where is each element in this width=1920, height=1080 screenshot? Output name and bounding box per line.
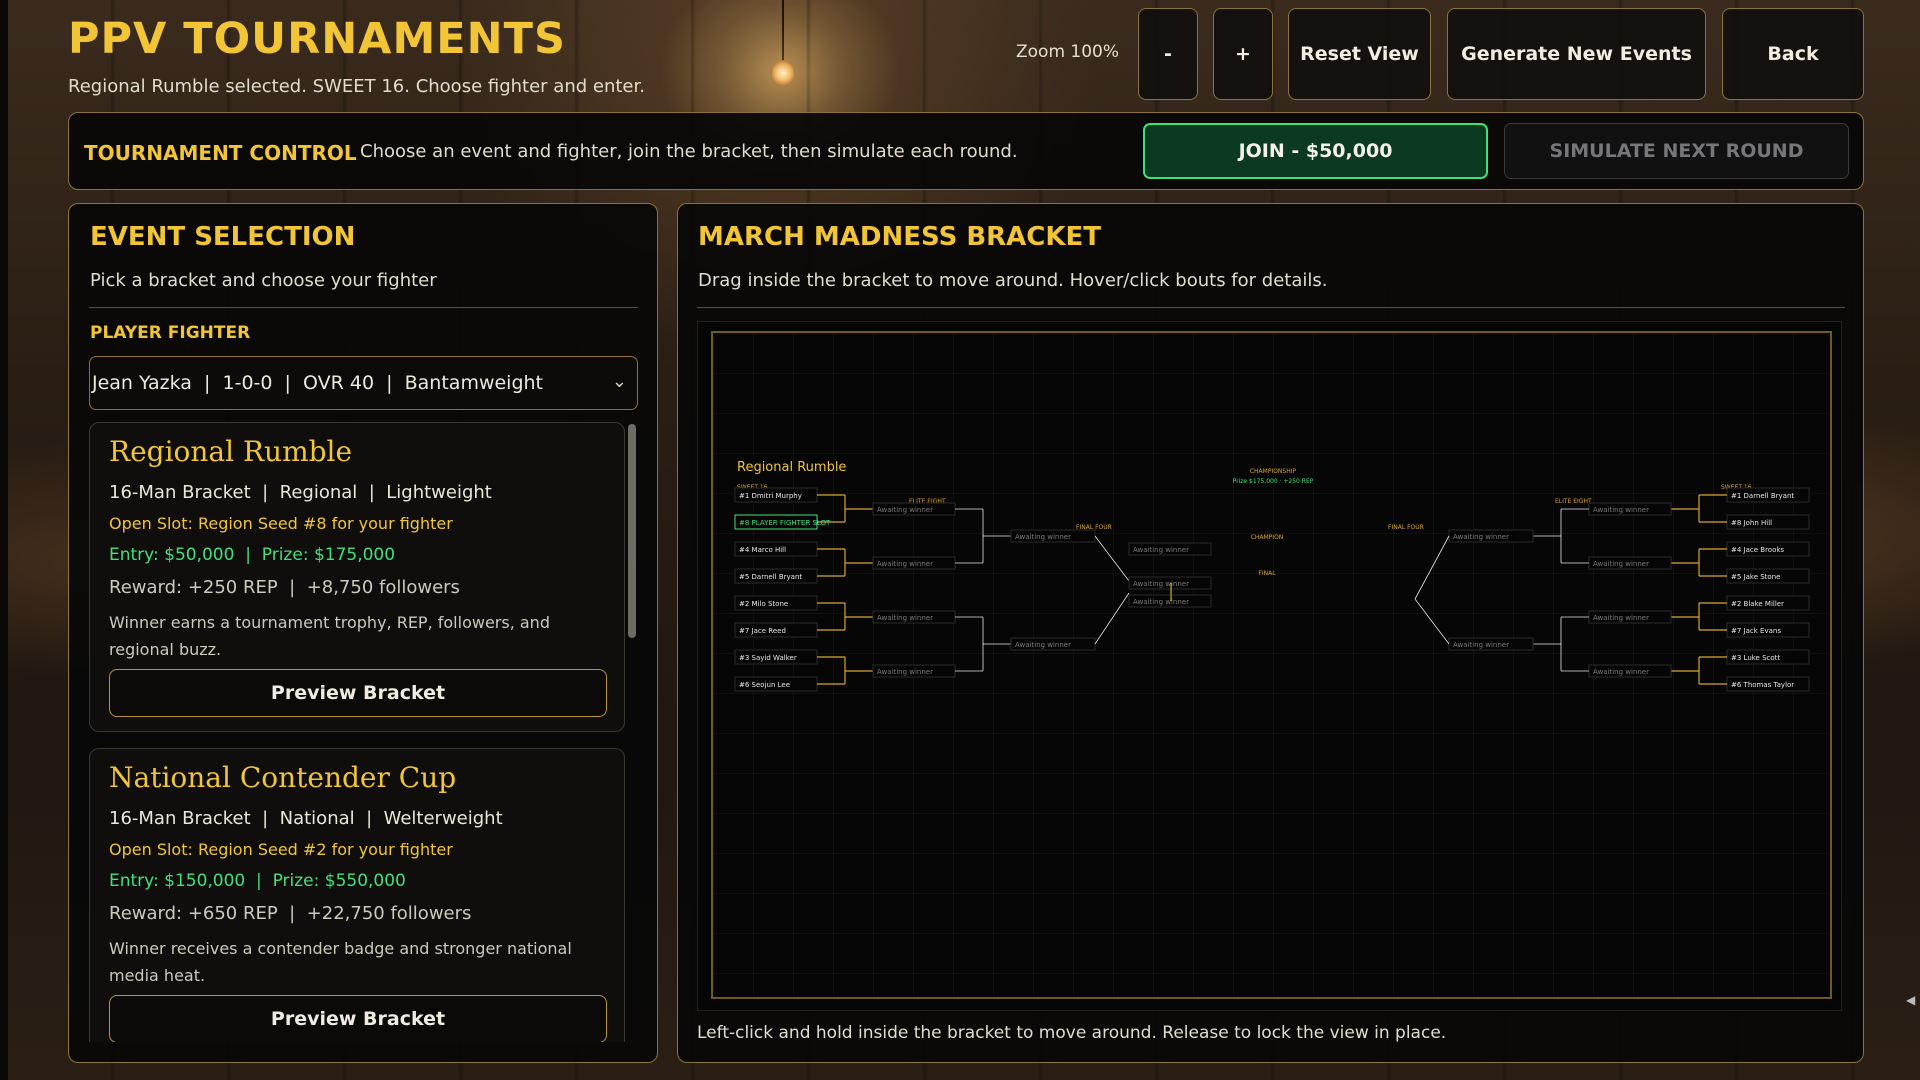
bracket-slot-label: Awaiting winner (1593, 668, 1649, 676)
resize-corner-icon: ◀ (1906, 993, 1916, 1007)
bracket-slot-label: Awaiting winner (1593, 560, 1649, 568)
event-meta: 16-Man Bracket | Regional | Lightweight (109, 482, 492, 503)
event-meta: 16-Man Bracket | National | Welterweight (109, 808, 503, 829)
tournament-control-description: Choose an event and fighter, join the br… (360, 141, 1018, 162)
event-description: Winner earns a tournament trophy, REP, f… (109, 613, 550, 659)
bracket-event-name: Regional Rumble (737, 460, 846, 475)
event-reward: Reward: +250 REP | +8,750 followers (109, 577, 460, 598)
event-list[interactable]: Regional Rumble 16-Man Bracket | Regiona… (89, 422, 625, 1042)
preview-bracket-button[interactable]: Preview Bracket (109, 995, 607, 1042)
event-selection-title: EVENT SELECTION (90, 222, 356, 252)
final-label: FINAL (1258, 570, 1276, 577)
preview-bracket-button[interactable]: Preview Bracket (109, 669, 607, 717)
bracket-slot-label: #1 Darnell Bryant (1731, 492, 1794, 500)
zoom-out-button[interactable]: - (1138, 8, 1198, 100)
zoom-level: Zoom 100% (1016, 42, 1120, 62)
status-subtitle: Regional Rumble selected. SWEET 16. Choo… (68, 76, 645, 97)
bracket-slot-label: Awaiting winner (877, 614, 933, 622)
fighter-select[interactable]: Jean Yazka | 1-0-0 | OVR 40 | Bantamweig… (89, 356, 638, 410)
scrollbar-thumb[interactable] (628, 424, 636, 638)
bracket-slot-label: #4 Marco Hill (739, 546, 786, 554)
lamp-cord (782, 0, 784, 62)
player-fighter-label: PLAYER FIGHTER (90, 323, 251, 343)
event-description: Winner receives a contender badge and st… (109, 939, 572, 985)
championship-prize: Prize $175,000 · +250 REP (1233, 478, 1314, 485)
bracket-connector (1414, 535, 1450, 600)
bracket-slot-label: #2 Blake Miller (1731, 600, 1784, 608)
join-button[interactable]: JOIN - $50,000 (1143, 123, 1488, 179)
bracket-slot-label: #4 Jace Brooks (1731, 546, 1784, 554)
event-entry-prize: Entry: $150,000 | Prize: $550,000 (109, 871, 406, 891)
bracket-slot-label: Awaiting winner (1453, 533, 1509, 541)
event-entry-prize: Entry: $50,000 | Prize: $175,000 (109, 545, 396, 565)
bracket-slot-label: Awaiting winner (1015, 641, 1071, 649)
bracket-slot-label: Awaiting winner (877, 668, 933, 676)
reset-view-button[interactable]: Reset View (1288, 8, 1431, 100)
bracket-slot-label: #7 Jace Reed (739, 627, 786, 635)
bracket-slot-label: #3 Sayid Walker (739, 654, 797, 662)
event-name: Regional Rumble (109, 435, 353, 468)
bracket-slot-label: #3 Luke Scott (1731, 654, 1780, 662)
player-slot-label: #8 PLAYER FIGHTER SLOT (739, 519, 831, 527)
bracket-slot-label: #6 Seojun Lee (739, 681, 790, 689)
bracket-title: MARCH MADNESS BRACKET (698, 222, 1102, 252)
bracket-slot-label: #7 Jack Evans (1731, 627, 1781, 635)
bracket-connector (1094, 592, 1130, 645)
divider (697, 307, 1845, 308)
bracket-area[interactable]: Regional RumbleSWEET 16SWEET 16ELITE EIG… (711, 331, 1832, 999)
bracket-footer-hint: Left-click and hold inside the bracket t… (697, 1023, 1447, 1043)
bracket-slot-label: Awaiting winner (1593, 614, 1649, 622)
simulate-next-round-button[interactable]: SIMULATE NEXT ROUND (1504, 123, 1849, 179)
round-label-elite8: ELITE EIGHT (1555, 498, 1592, 505)
final-slot-label: Awaiting winner (1133, 598, 1189, 606)
page-title: PPV TOURNAMENTS (68, 14, 566, 64)
bracket-diagram[interactable]: Regional RumbleSWEET 16SWEET 16ELITE EIG… (713, 333, 1834, 1001)
bracket-slot-label: Awaiting winner (877, 506, 933, 514)
generate-events-button[interactable]: Generate New Events (1447, 8, 1706, 100)
bracket-connector (1094, 535, 1130, 582)
bracket-subtitle: Drag inside the bracket to move around. … (698, 270, 1328, 291)
window-edge (0, 0, 8, 1080)
event-reward: Reward: +650 REP | +22,750 followers (109, 903, 472, 924)
champion-label: CHAMPION (1251, 534, 1284, 541)
event-name: National Contender Cup (109, 761, 457, 794)
chevron-down-icon: ⌄ (611, 371, 627, 392)
event-card-regional-rumble[interactable]: Regional Rumble 16-Man Bracket | Regiona… (89, 422, 625, 732)
bracket-slot-label: #8 John Hill (1731, 519, 1772, 527)
fighter-select-value: Jean Yazka | 1-0-0 | OVR 40 | Bantamweig… (92, 372, 544, 394)
bracket-slot-label: #2 Milo Stone (739, 600, 788, 608)
bracket-slot-label: Awaiting winner (877, 560, 933, 568)
bracket-slot-label: Awaiting winner (1015, 533, 1071, 541)
ceiling-lamp-icon (772, 60, 794, 86)
championship-label: CHAMPIONSHIP (1250, 468, 1297, 475)
bracket-slot-label: #6 Thomas Taylor (1731, 681, 1794, 689)
divider (89, 307, 638, 308)
event-card-national-contender-cup[interactable]: National Contender Cup 16-Man Bracket | … (89, 748, 625, 1042)
round-label-final4: FINAL FOUR (1388, 524, 1424, 531)
bracket-slot-label: #5 Darnell Bryant (739, 573, 802, 581)
back-button[interactable]: Back (1722, 8, 1864, 100)
bracket-slot-label: Awaiting winner (1593, 506, 1649, 514)
event-open-slot: Open Slot: Region Seed #2 for your fight… (109, 840, 453, 859)
tournament-control-title: TOURNAMENT CONTROL (84, 141, 357, 165)
champion-slot-label: Awaiting winner (1133, 546, 1189, 554)
event-selection-subtitle: Pick a bracket and choose your fighter (90, 270, 437, 291)
bracket-slot-label: #5 Jake Stone (1731, 573, 1780, 581)
bracket-slot-label: #1 Dmitri Murphy (739, 492, 802, 500)
final-slot-label: Awaiting winner (1133, 580, 1189, 588)
bracket-connector (1414, 598, 1450, 645)
bracket-slot-label: Awaiting winner (1453, 641, 1509, 649)
zoom-in-button[interactable]: + (1213, 8, 1273, 100)
event-open-slot: Open Slot: Region Seed #8 for your fight… (109, 514, 453, 533)
